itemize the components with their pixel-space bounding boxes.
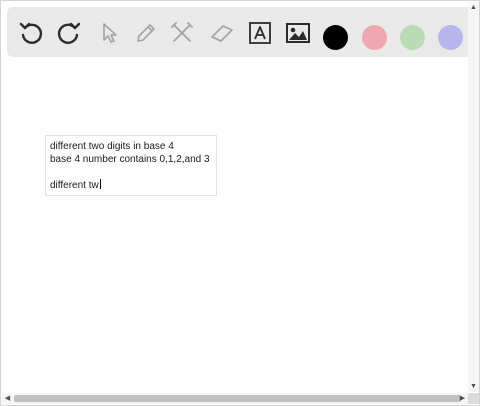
scrollbar-corner (468, 393, 479, 404)
color-purple-swatch[interactable] (438, 25, 463, 50)
scroll-up-arrow[interactable]: ▲ (468, 2, 479, 13)
text-caret (99, 178, 101, 189)
color-black-swatch[interactable] (323, 25, 348, 50)
tools-icon[interactable] (169, 20, 195, 46)
vertical-scrollbar[interactable]: ▲ ▼ (468, 2, 479, 392)
eraser-icon[interactable] (209, 20, 235, 46)
text-line-active: different tw (50, 178, 216, 192)
select-cursor-icon[interactable] (97, 20, 123, 46)
toolbar (7, 7, 472, 57)
color-green-swatch[interactable] (400, 25, 425, 50)
undo-icon[interactable] (18, 20, 44, 46)
image-icon[interactable] (285, 20, 311, 46)
text-tool-icon[interactable] (247, 20, 273, 46)
pencil-icon[interactable] (133, 20, 159, 46)
text-box[interactable]: different two digits in base 4 base 4 nu… (45, 135, 217, 196)
text-line: base 4 number contains 0,1,2,and 3 (50, 153, 210, 165)
horizontal-scroll-thumb[interactable] (14, 395, 461, 402)
text-line-content: different tw (50, 179, 99, 191)
scroll-down-arrow[interactable]: ▼ (468, 381, 479, 392)
whiteboard-window: different two digits in base 4 base 4 nu… (0, 0, 480, 406)
drawing-canvas[interactable] (2, 63, 468, 391)
color-pink-swatch[interactable] (362, 25, 387, 50)
horizontal-scrollbar[interactable]: ◀ ▶ (2, 393, 468, 404)
text-line (50, 166, 216, 179)
scroll-right-arrow[interactable]: ▶ (457, 393, 468, 404)
scroll-left-arrow[interactable]: ◀ (2, 393, 13, 404)
text-line: different two digits in base 4 (50, 141, 174, 152)
redo-icon[interactable] (56, 20, 82, 46)
